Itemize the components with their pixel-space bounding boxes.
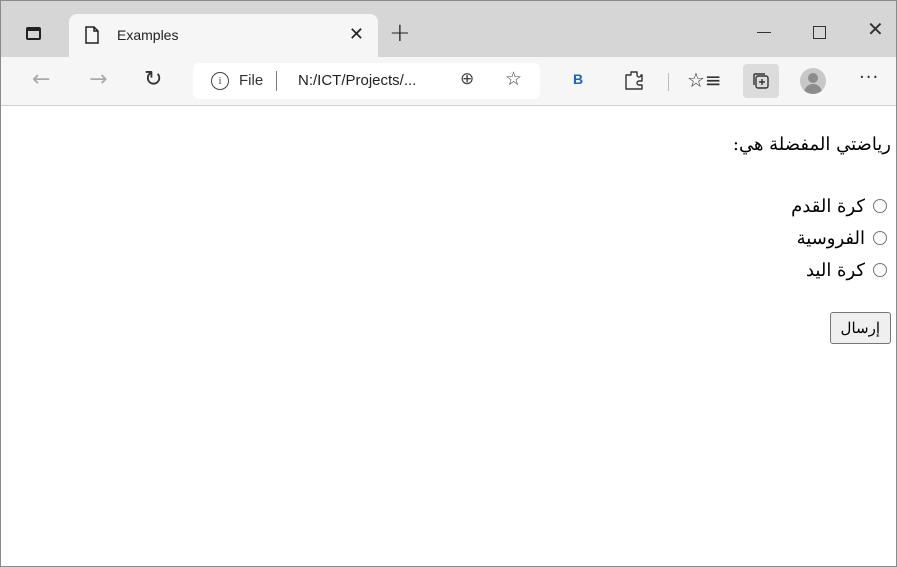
forward-arrow-icon[interactable]: → <box>89 67 107 93</box>
radio-equestrian[interactable] <box>873 231 887 245</box>
browser-toolbar: ← → ↻ i File N:/ICT/Projects/... ⊕ ☆ B ☆… <box>1 57 896 106</box>
option-label: كرة القدم <box>791 195 865 217</box>
option-equestrian[interactable]: الفروسية <box>791 222 887 254</box>
toolbar-divider <box>668 73 669 91</box>
radio-handball[interactable] <box>873 263 887 277</box>
add-favorite-icon[interactable]: ☆ <box>505 68 522 90</box>
option-label: كرة اليد <box>805 259 865 281</box>
collections-button[interactable] <box>743 64 779 98</box>
address-divider <box>276 71 277 91</box>
site-scheme-label: File <box>239 72 264 89</box>
sport-options: كرة القدم الفروسية كرة اليد <box>791 190 887 286</box>
profile-avatar[interactable] <box>800 68 826 94</box>
zoom-icon[interactable]: ⊕ <box>460 69 474 89</box>
option-handball[interactable]: كرة اليد <box>791 254 887 286</box>
tab-examples[interactable]: Examples ✕ <box>69 14 378 57</box>
bing-icon[interactable]: B <box>573 71 583 87</box>
url-text[interactable]: N:/ICT/Projects/... <box>298 72 416 89</box>
page-content: رياضتي المفضلة هي: كرة القدم الفروسية كر… <box>1 106 896 566</box>
maximize-button[interactable] <box>813 26 826 39</box>
back-arrow-icon[interactable]: ← <box>32 67 50 93</box>
radio-football[interactable] <box>873 199 887 213</box>
avatar-head <box>808 73 818 83</box>
more-options-icon[interactable]: ··· <box>859 67 879 88</box>
favorites-icon[interactable]: ☆≡ <box>687 68 722 92</box>
new-tab-button[interactable]: + <box>389 20 411 46</box>
option-football[interactable]: كرة القدم <box>791 190 887 222</box>
refresh-icon[interactable]: ↻ <box>144 67 162 93</box>
tab-title: Examples <box>117 27 179 43</box>
tab-actions-button[interactable] <box>21 21 45 45</box>
document-icon <box>85 26 99 44</box>
close-window-button[interactable]: ✕ <box>867 17 884 41</box>
form-question: رياضتي المفضلة هي: <box>732 134 891 155</box>
info-icon[interactable]: i <box>211 72 229 90</box>
extensions-icon[interactable] <box>623 69 645 91</box>
minimize-button[interactable] <box>757 32 771 33</box>
collections-icon <box>753 73 769 89</box>
submit-button[interactable]: إرسال <box>829 312 891 344</box>
close-tab-icon[interactable]: ✕ <box>349 24 364 45</box>
avatar-body <box>804 84 822 94</box>
tab-strip: Examples ✕ + ✕ <box>1 1 896 57</box>
option-label: الفروسية <box>796 227 865 249</box>
browser-window: Examples ✕ + ✕ ← → ↻ i File N:/ICT/Proje… <box>0 0 897 567</box>
tab-actions-icon <box>25 26 41 40</box>
address-bar[interactable]: i File N:/ICT/Projects/... ⊕ ☆ <box>193 63 540 99</box>
